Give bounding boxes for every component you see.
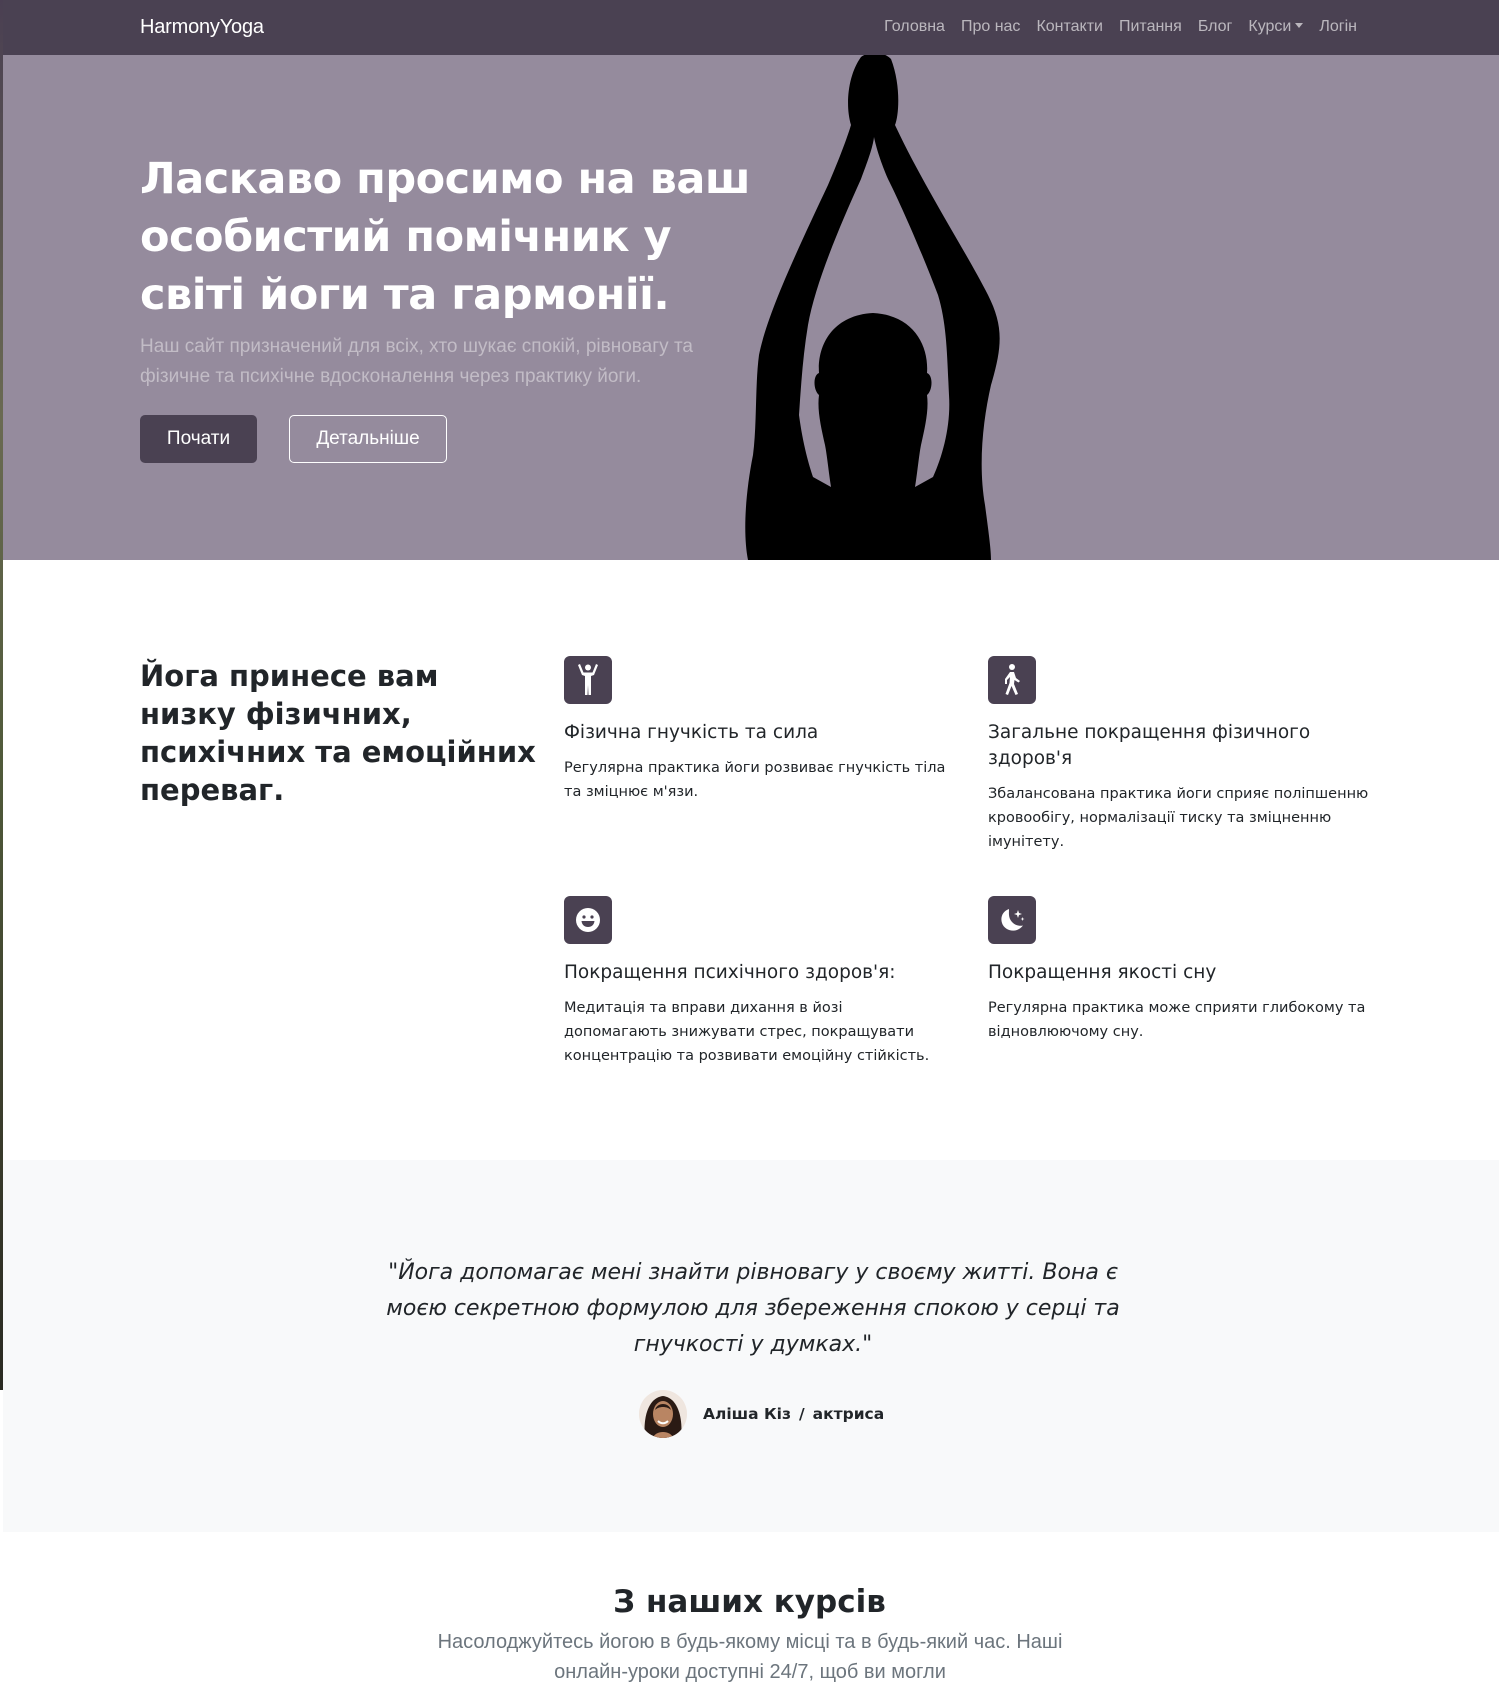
nav-link-about[interactable]: Про нас [961,18,1020,36]
feature-icon-box [988,656,1036,704]
feature-icon-box [564,896,612,944]
brand-logo[interactable]: HarmonyYoga [140,16,264,39]
nav-dropdown-courses[interactable]: Курси [1248,18,1304,36]
testimonial-quote: "Йога допомагає мені знайти рівновагу у … [386,1260,1120,1357]
feature-title: Загальне покращення фізичного здоров'я [988,722,1311,769]
author-separator: / [798,1405,805,1423]
courses-heading: З наших курсів [613,1584,886,1620]
moon-stars-icon [1001,909,1025,931]
feature-text: Збалансована практика йоги сприяє поліпш… [988,786,1369,850]
details-button[interactable]: Детальніше [289,415,447,463]
feature-title: Покращення якості сну [988,962,1217,983]
courses-subtitle: Насолоджуйтесь йогою в будь-якому місці … [437,1631,1063,1683]
nav-link-login[interactable]: Логін [1319,18,1357,36]
caret-down-icon [1295,23,1304,28]
avatar-photo-image [639,1390,687,1438]
start-button[interactable]: Почати [140,415,257,463]
nav-link-faq[interactable]: Питання [1119,18,1182,36]
benefits-heading: Йога принесе вам низку фізичних, психічн… [140,659,536,807]
yoga-silhouette-image [745,55,1000,560]
feature-flexibility: Фізична гнучкість та сила Регулярна прак… [564,656,949,804]
feature-mental-health: Покращення психічного здоров'я: Медитаці… [564,896,949,1068]
nav-dropdown-courses-label: Курси [1248,18,1292,35]
hero-lead: Наш сайт призначений для всіх, хто шукає… [140,336,694,387]
nav-links: Головна Про нас Контакти Питання Блог Ку… [884,18,1357,36]
feature-text: Регулярна практика йоги розвиває гнучкіс… [564,760,946,800]
feature-icon-box [564,656,612,704]
feature-text: Регулярна практика може сприяти глибоком… [988,1000,1366,1040]
author-role: актриса [812,1405,885,1423]
feature-text: Медитація та вправи дихання в йозі допом… [564,1000,930,1064]
testimonial-author: Аліша Кіз / актриса [639,1390,884,1438]
hero-title: Ласкаво просимо на ваш особистий помічни… [140,154,751,320]
person-walking-icon [1005,664,1020,695]
author-info: Аліша Кіз / актриса [703,1405,884,1423]
feature-title: Фізична гнучкість та сила [564,722,819,743]
smile-icon [576,908,600,932]
feature-title: Покращення психічного здоров'я: [564,962,896,983]
nav-link-blog[interactable]: Блог [1198,18,1233,36]
feature-icon-box [988,896,1036,944]
person-arms-up-icon [578,664,598,695]
testimonial-section: "Йога допомагає мені знайти рівновагу у … [3,1160,1499,1532]
navbar: HarmonyYoga Головна Про нас Контакти Пит… [3,0,1499,55]
hero-section: Ласкаво просимо на ваш особистий помічни… [3,55,1499,560]
feature-physical-health: Загальне покращення фізичного здоров'я З… [988,656,1373,854]
nav-link-home[interactable]: Головна [884,18,945,36]
feature-sleep: Покращення якості сну Регулярна практика… [988,896,1373,1044]
avatar [639,1390,687,1438]
author-name: Аліша Кіз [703,1405,791,1423]
nav-link-contacts[interactable]: Контакти [1036,18,1103,36]
